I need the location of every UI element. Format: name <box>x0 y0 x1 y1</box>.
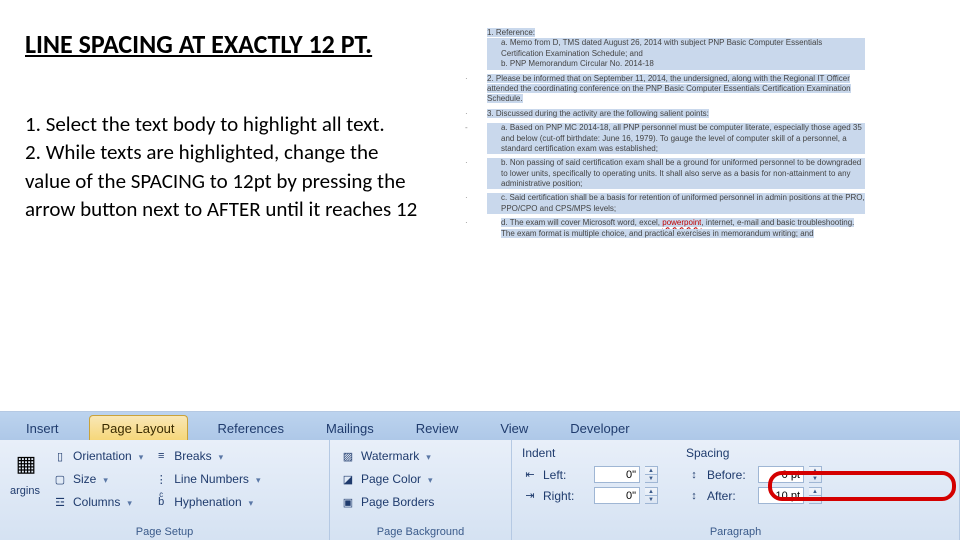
tab-insert[interactable]: Insert <box>14 416 71 440</box>
watermark-button[interactable]: ▨Watermark <box>340 446 434 466</box>
margins-icon[interactable]: ▦ <box>10 446 42 482</box>
indent-left-icon: ⇤ <box>522 467 538 483</box>
indent-right-icon: ⇥ <box>522 488 538 504</box>
spacing-after-spinner[interactable]: ▲▼ <box>809 487 822 504</box>
indent-left-spinner[interactable]: ▲▼ <box>645 466 658 483</box>
word-ribbon: Insert Page Layout References Mailings R… <box>0 411 960 540</box>
watermark-icon: ▨ <box>340 448 356 464</box>
page-borders-button[interactable]: ▣Page Borders <box>340 492 434 512</box>
tab-review[interactable]: Review <box>404 416 471 440</box>
line-numbers-button[interactable]: ⋮Line Numbers <box>153 469 260 489</box>
tab-mailings[interactable]: Mailings <box>314 416 386 440</box>
indent-right-input[interactable]: 0" <box>594 487 640 504</box>
page-color-button[interactable]: ◪Page Color <box>340 469 434 489</box>
indent-block: Indent ⇤ Left: 0" ▲▼ ⇥ Right: 0" ▲▼ <box>522 446 658 504</box>
spacing-after-icon: ↕ <box>686 488 702 504</box>
size-icon: ▢ <box>52 471 68 487</box>
spacing-after-input[interactable]: 10 pt <box>758 487 804 504</box>
line-numbers-icon: ⋮ <box>153 471 169 487</box>
paragraph-group-label: Paragraph <box>522 524 949 538</box>
document-preview: 1. Reference: a. Memo from D, TMS dated … <box>465 28 865 328</box>
page-background-group-label: Page Background <box>340 524 501 538</box>
indent-left-input[interactable]: 0" <box>594 466 640 483</box>
size-button[interactable]: ▢Size <box>52 469 143 489</box>
spacing-block: Spacing ↕ Before: 0 pt ▲▼ ↕ After: 10 pt… <box>686 446 822 504</box>
orientation-button[interactable]: ▯Orientation <box>52 446 143 466</box>
page-borders-icon: ▣ <box>340 494 356 510</box>
columns-button[interactable]: ☲Columns <box>52 492 143 512</box>
instruction-text: 1. Select the text body to highlight all… <box>25 110 420 223</box>
margins-label: argins <box>10 485 42 497</box>
tab-references[interactable]: References <box>206 416 296 440</box>
columns-icon: ☲ <box>52 494 68 510</box>
page-setup-group-label: Page Setup <box>10 524 319 538</box>
slide-title: LINE SPACING AT EXACTLY 12 PT. <box>25 28 372 60</box>
hyphenation-icon: bͨ <box>153 494 169 510</box>
spacing-before-icon: ↕ <box>686 467 702 483</box>
tab-page-layout[interactable]: Page Layout <box>89 415 188 440</box>
spacing-before-input[interactable]: 0 pt <box>758 466 804 483</box>
tab-view[interactable]: View <box>488 416 540 440</box>
orientation-icon: ▯ <box>52 448 68 464</box>
breaks-button[interactable]: ≡Breaks <box>153 446 260 466</box>
breaks-icon: ≡ <box>153 448 169 464</box>
hyphenation-button[interactable]: bͨHyphenation <box>153 492 260 512</box>
page-color-icon: ◪ <box>340 471 356 487</box>
spacing-before-spinner[interactable]: ▲▼ <box>809 466 822 483</box>
ribbon-tabs: Insert Page Layout References Mailings R… <box>0 412 960 440</box>
indent-right-spinner[interactable]: ▲▼ <box>645 487 658 504</box>
tab-developer[interactable]: Developer <box>558 416 641 440</box>
